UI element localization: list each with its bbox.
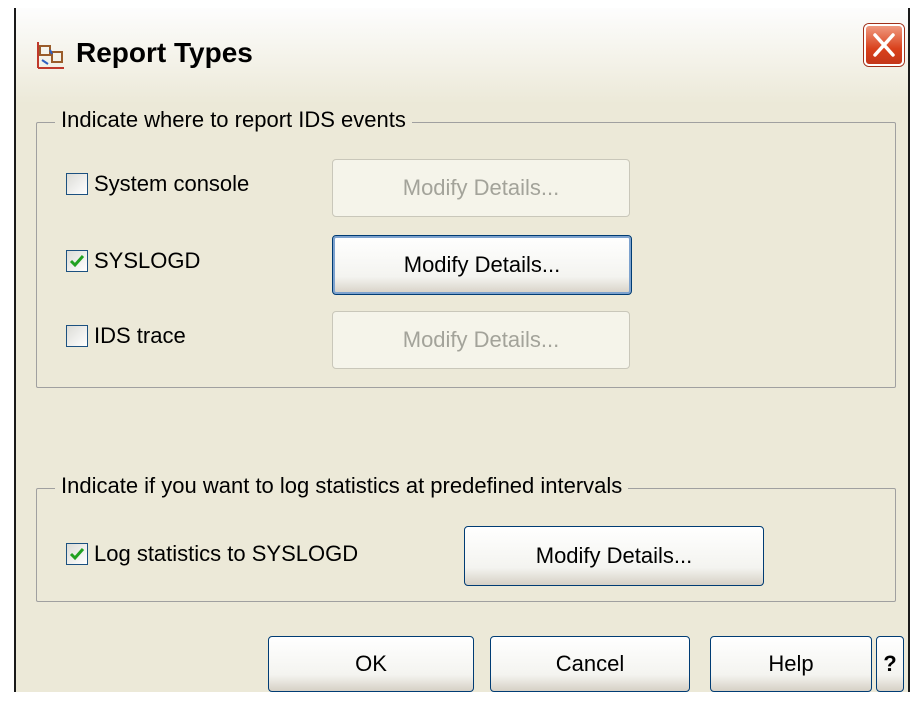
app-icon	[37, 42, 64, 69]
close-icon	[873, 33, 895, 57]
log-statistics-label: Log statistics to SYSLOGD	[94, 541, 359, 566]
context-help-button[interactable]: ?	[876, 636, 904, 692]
ids-trace-label: IDS trace	[94, 323, 186, 348]
system-console-modify-button[interactable]: Modify Details...	[332, 159, 630, 217]
system-console-label: System console	[94, 171, 250, 196]
ids-trace-checkbox[interactable]	[66, 325, 88, 347]
statistics-legend: Indicate if you want to log statistics a…	[55, 473, 629, 499]
window-title: Report Types	[76, 37, 253, 68]
checkmark-icon	[69, 255, 85, 268]
syslogd-modify-button[interactable]: Modify Details...	[332, 235, 632, 295]
syslogd-option[interactable]: SYSLOGD	[66, 248, 200, 274]
system-console-option[interactable]: System console	[66, 171, 249, 197]
close-button[interactable]	[864, 24, 904, 66]
title-bar[interactable]: Report Types	[16, 8, 908, 104]
syslogd-checkbox[interactable]	[66, 250, 88, 272]
log-statistics-checkbox[interactable]	[66, 543, 88, 565]
report-destination-legend: Indicate where to report IDS events	[55, 107, 412, 133]
log-statistics-option[interactable]: Log statistics to SYSLOGD	[66, 541, 358, 567]
syslogd-label: SYSLOGD	[94, 248, 201, 273]
ids-trace-modify-button[interactable]: Modify Details...	[332, 311, 630, 369]
statistics-modify-button[interactable]: Modify Details...	[464, 526, 764, 586]
ids-trace-option[interactable]: IDS trace	[66, 323, 186, 349]
report-types-dialog: Report Types Indicate where to report ID…	[14, 8, 910, 692]
system-console-checkbox[interactable]	[66, 173, 88, 195]
ok-button[interactable]: OK	[268, 636, 474, 692]
checkmark-icon	[69, 548, 85, 561]
cancel-button[interactable]: Cancel	[490, 636, 690, 692]
help-button[interactable]: Help	[710, 636, 872, 692]
